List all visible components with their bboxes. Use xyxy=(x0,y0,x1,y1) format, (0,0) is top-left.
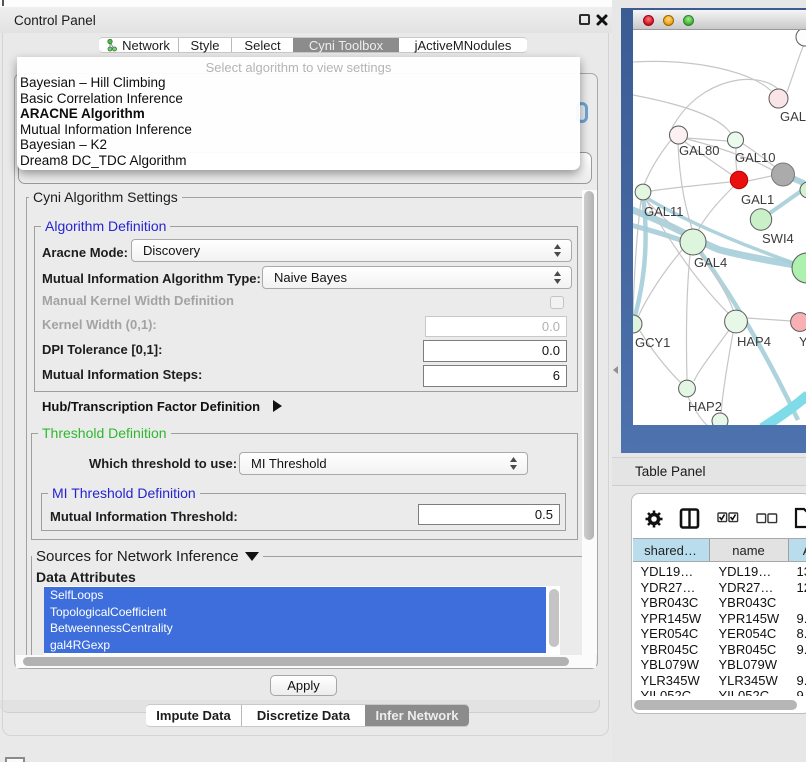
svg-text:GAL1: GAL1 xyxy=(741,192,774,207)
svg-text:GAL4: GAL4 xyxy=(694,255,727,270)
svg-text:GCY1: GCY1 xyxy=(635,335,670,350)
svg-text:Y: Y xyxy=(799,334,806,349)
svg-text:HAP2: HAP2 xyxy=(688,399,722,414)
svg-text:GAL7: GAL7 xyxy=(780,109,806,124)
svg-text:GAL11: GAL11 xyxy=(644,204,684,219)
svg-text:HAP4: HAP4 xyxy=(737,334,771,349)
svg-text:SWI4: SWI4 xyxy=(762,231,794,246)
svg-text:GAL80: GAL80 xyxy=(679,143,719,158)
svg-text:GAL10: GAL10 xyxy=(735,150,775,165)
